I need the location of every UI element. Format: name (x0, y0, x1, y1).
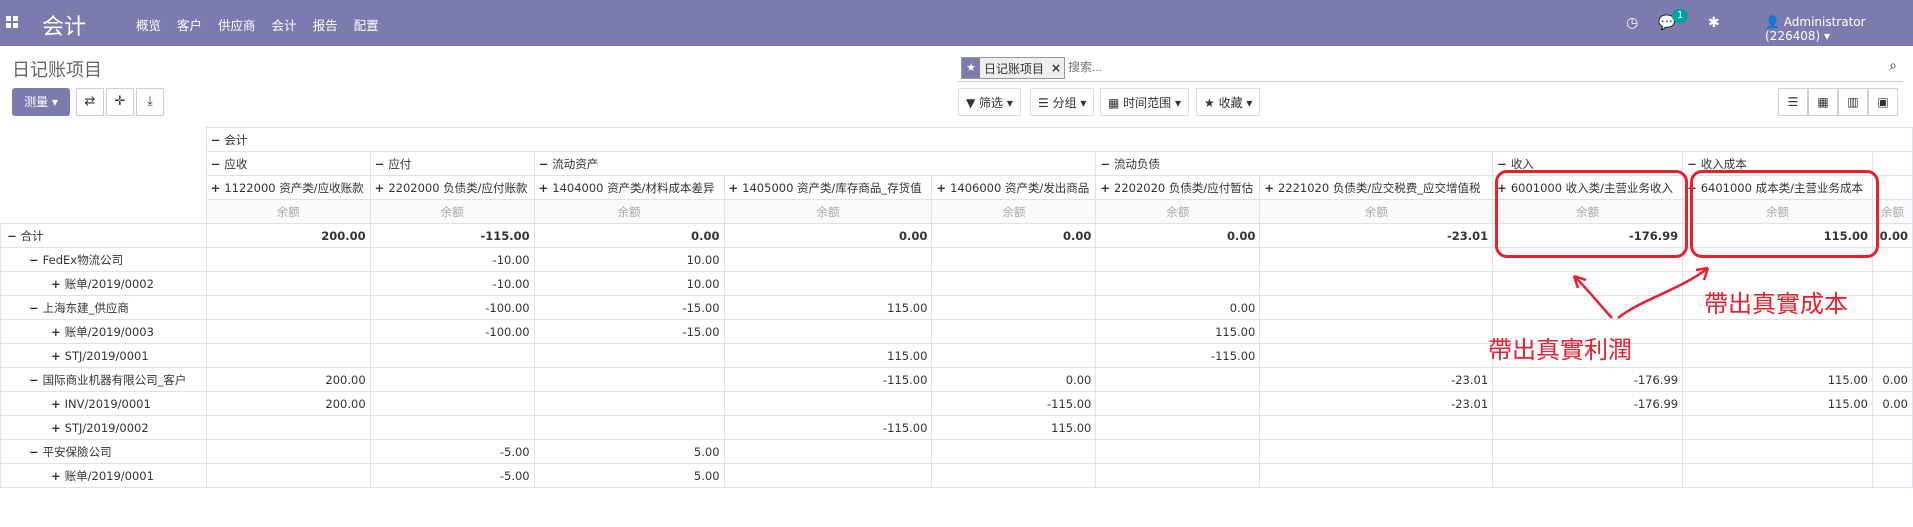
annotation-cost: 帶出真實成本 (1704, 290, 1848, 318)
arrow-to-cost (1617, 267, 1709, 319)
annotation-arrows (1572, 266, 1710, 319)
annotation-profit: 帶出真實利潤 (1488, 336, 1632, 364)
arrow-to-revenue (1573, 275, 1613, 319)
